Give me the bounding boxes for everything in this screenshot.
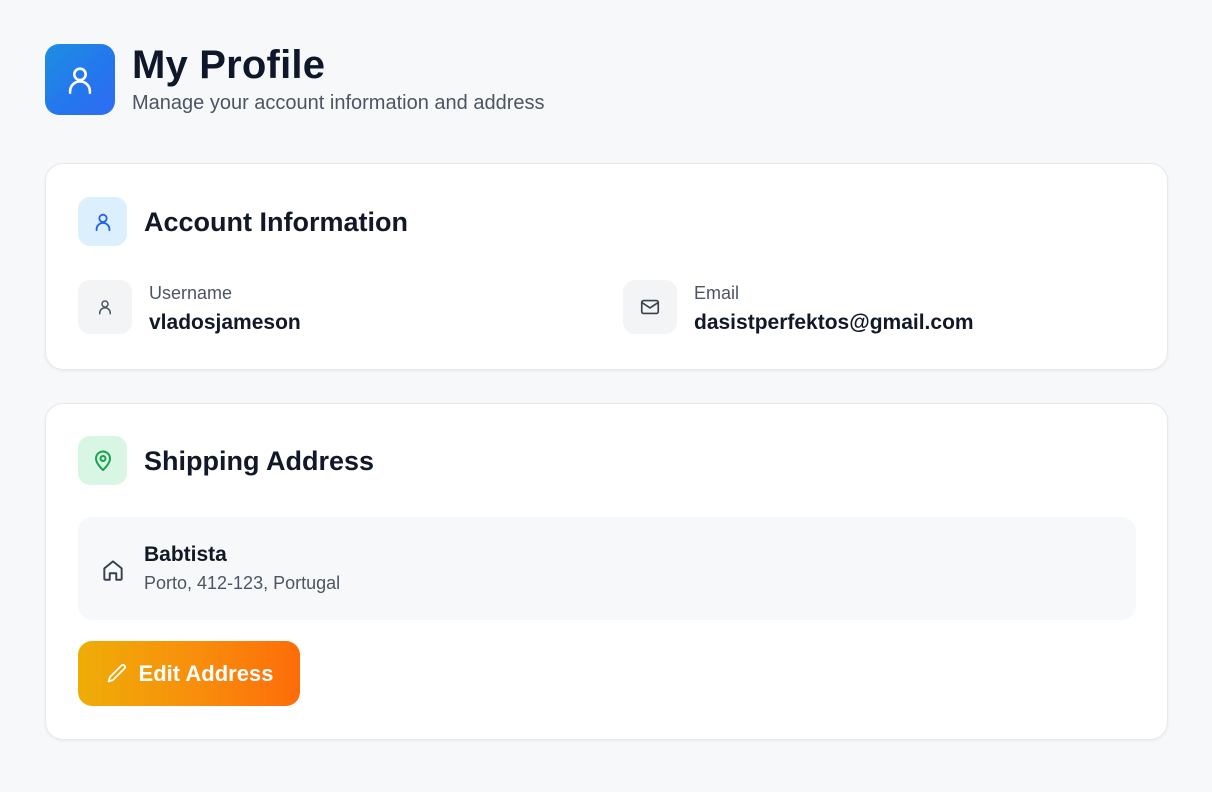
address-line: Porto, 412-123, Portugal [144, 573, 341, 593]
account-card-title: Account Information [144, 206, 408, 237]
map-pin-icon [94, 450, 111, 471]
mail-icon [640, 299, 660, 315]
email-label: Email [694, 283, 740, 303]
page-header: My Profile Manage your account informati… [45, 43, 1167, 117]
edit-address-button[interactable]: Edit Address [78, 641, 300, 706]
user-icon [95, 213, 110, 231]
email-value: dasistperfektos@gmail.com [694, 311, 974, 334]
user-icon [99, 300, 111, 315]
header-text: My Profile Manage your account informati… [132, 43, 544, 117]
email-field: Email dasistperfektos@gmail.com [623, 280, 974, 336]
pencil-icon [107, 663, 126, 682]
username-field-text: Username vladosjameson [149, 280, 301, 336]
email-field-text: Email dasistperfektos@gmail.com [694, 280, 974, 336]
username-value: vladosjameson [149, 311, 301, 334]
address-box: Babtista Porto, 412-123, Portugal [78, 517, 1136, 620]
page-title: My Profile [132, 42, 326, 87]
account-header-icon [78, 197, 127, 246]
username-field-icon [78, 280, 132, 334]
address-name: Babtista [144, 543, 227, 566]
shipping-address-card: Shipping Address Babtista Porto, 412-123… [45, 403, 1168, 740]
profile-avatar-icon [45, 44, 115, 115]
account-information-card: Account Information Username vladosjames… [45, 163, 1168, 370]
account-card-header: Account Information [78, 197, 408, 246]
shipping-header-icon [78, 436, 127, 485]
profile-page: My Profile Manage your account informati… [0, 0, 1212, 792]
home-icon [98, 555, 128, 585]
shipping-card-header: Shipping Address [78, 436, 374, 485]
address-text: Babtista Porto, 412-123, Portugal [144, 542, 340, 595]
username-label: Username [149, 283, 233, 303]
shipping-card-title: Shipping Address [144, 445, 375, 476]
email-field-icon [623, 280, 677, 334]
edit-address-label: Edit Address [138, 660, 274, 686]
user-icon [68, 66, 92, 94]
username-field: Username vladosjameson [78, 280, 301, 336]
page-subtitle: Manage your account information and addr… [132, 91, 545, 114]
